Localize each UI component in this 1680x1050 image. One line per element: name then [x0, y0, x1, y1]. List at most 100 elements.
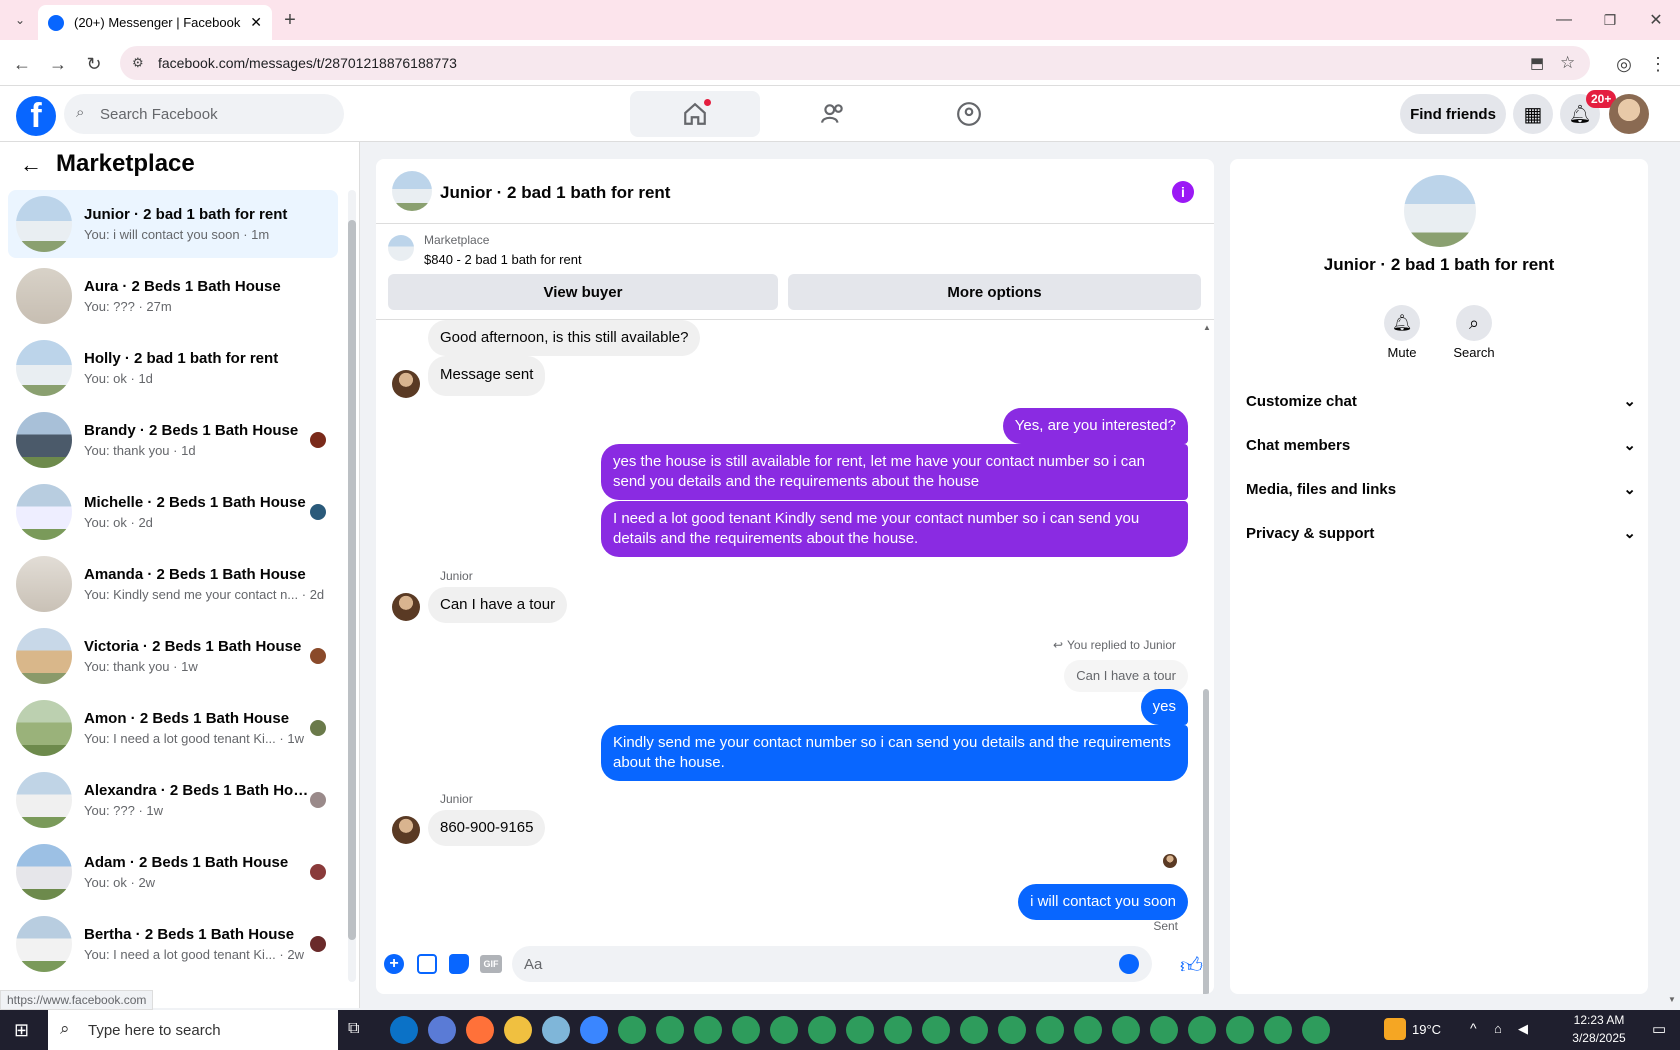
- tab-friends[interactable]: [768, 91, 898, 137]
- facebook-search-input[interactable]: ⌕ Search Facebook: [64, 94, 344, 134]
- taskbar-app-icon[interactable]: [580, 1016, 608, 1044]
- search-icon[interactable]: ⌕: [1456, 305, 1492, 341]
- bookmark-star-icon[interactable]: ☆: [1560, 53, 1575, 73]
- conversation-item[interactable]: Alexandra · 2 Beds 1 Bath Hou... You: ???…: [8, 766, 338, 834]
- taskbar-app-icon[interactable]: [884, 1016, 912, 1044]
- facebook-logo-icon[interactable]: f: [16, 96, 56, 136]
- account-avatar[interactable]: [1609, 94, 1649, 134]
- gif-icon[interactable]: GIF: [480, 955, 502, 973]
- message-outgoing[interactable]: Kindly send me your contact number so i …: [601, 725, 1188, 781]
- reload-icon[interactable]: ↻: [82, 52, 106, 76]
- url-field[interactable]: ⚙ facebook.com/messages/t/28701218876188…: [120, 46, 1590, 80]
- conversation-item[interactable]: Bertha · 2 Beds 1 Bath House You: I need …: [8, 910, 338, 978]
- menu-grid-icon[interactable]: ▦: [1513, 94, 1553, 134]
- media-files-links-section[interactable]: Media, files and links ⌄: [1246, 469, 1636, 509]
- sticker-icon[interactable]: [449, 954, 469, 974]
- taskbar-app-icon[interactable]: [846, 1016, 874, 1044]
- emoji-icon[interactable]: [1119, 954, 1139, 974]
- photo-icon[interactable]: [417, 954, 437, 974]
- sender-avatar[interactable]: [392, 370, 420, 398]
- restore-icon[interactable]: ❐: [1598, 8, 1622, 32]
- taskbar-app-icon[interactable]: [770, 1016, 798, 1044]
- scrollbar-thumb[interactable]: [1203, 689, 1209, 994]
- taskbar-app-icon[interactable]: [504, 1016, 532, 1044]
- message-outgoing[interactable]: Yes, are you interested?: [1002, 408, 1188, 444]
- forward-icon[interactable]: →: [46, 52, 70, 76]
- more-options-button[interactable]: More options: [788, 274, 1201, 310]
- taskbar-app-icon[interactable]: [1036, 1016, 1064, 1044]
- install-app-icon[interactable]: ⬒: [1530, 54, 1544, 72]
- sender-avatar[interactable]: [392, 816, 420, 844]
- new-tab-icon[interactable]: +: [278, 8, 302, 32]
- find-friends-button[interactable]: Find friends: [1400, 94, 1506, 134]
- scroll-up-icon[interactable]: ▲: [1203, 323, 1211, 332]
- listing-avatar[interactable]: [1404, 175, 1476, 247]
- conversation-item[interactable]: Victoria · 2 Beds 1 Bath House You: thank…: [8, 622, 338, 690]
- message-outgoing[interactable]: yes: [1140, 689, 1188, 725]
- clock-time[interactable]: 12:23 AM: [1554, 1013, 1644, 1027]
- clock-date[interactable]: 3/28/2025: [1554, 1031, 1644, 1045]
- chat-members-section[interactable]: Chat members ⌄: [1246, 425, 1636, 465]
- taskbar-app-icon[interactable]: [808, 1016, 836, 1044]
- conversation-item[interactable]: Holly · 2 bad 1 bath for rent You: ok · 1…: [8, 334, 338, 402]
- taskbar-app-icon[interactable]: [1302, 1016, 1330, 1044]
- task-view-icon[interactable]: ⧉: [348, 1020, 359, 1038]
- taskbar-app-icon[interactable]: [1150, 1016, 1178, 1044]
- tab-list-icon[interactable]: ⌄: [8, 8, 32, 32]
- message-incoming[interactable]: Good afternoon, is this still available?: [428, 320, 701, 356]
- info-icon[interactable]: i: [1172, 181, 1194, 203]
- conversation-scrollbar[interactable]: [348, 190, 356, 982]
- message-outgoing[interactable]: I need a lot good tenant Kindly send me …: [601, 501, 1188, 557]
- tab-home[interactable]: [630, 91, 760, 137]
- back-icon[interactable]: ←: [10, 52, 34, 76]
- message-incoming[interactable]: Can I have a tour: [428, 587, 568, 623]
- taskbar-app-icon[interactable]: [466, 1016, 494, 1044]
- scrollbar-thumb[interactable]: [348, 220, 356, 940]
- message-outgoing[interactable]: yes the house is still available for ren…: [601, 444, 1188, 500]
- close-tab-icon[interactable]: ✕: [250, 14, 262, 31]
- weather-icon[interactable]: [1384, 1018, 1406, 1040]
- taskbar-app-icon[interactable]: [732, 1016, 760, 1044]
- conversation-item[interactable]: Amon · 2 Beds 1 Bath House You: I need a …: [8, 694, 338, 762]
- taskbar-search-input[interactable]: ⌕ Type here to search: [48, 1010, 338, 1050]
- taskbar-app-icon[interactable]: [542, 1016, 570, 1044]
- site-info-icon[interactable]: ⚙: [132, 55, 144, 71]
- privacy-support-section[interactable]: Privacy & support ⌄: [1246, 513, 1636, 553]
- tab-groups[interactable]: [904, 91, 1034, 137]
- page-scroll-down-icon[interactable]: ▼: [1668, 995, 1676, 1004]
- conversation-item[interactable]: Adam · 2 Beds 1 Bath House You: ok · 2w: [8, 838, 338, 906]
- conversation-item[interactable]: Brandy · 2 Beds 1 Bath House You: thank y…: [8, 406, 338, 474]
- taskbar-app-icon[interactable]: [390, 1016, 418, 1044]
- mute-bell-icon[interactable]: 🔔︎: [1384, 305, 1420, 341]
- taskbar-app-icon[interactable]: [1112, 1016, 1140, 1044]
- conversation-item[interactable]: Junior · 2 bad 1 bath for rent You: i wil…: [8, 190, 338, 258]
- taskbar-app-icon[interactable]: [428, 1016, 456, 1044]
- taskbar-app-icon[interactable]: [960, 1016, 988, 1044]
- taskbar-app-icon[interactable]: [1074, 1016, 1102, 1044]
- taskbar-app-icon[interactable]: [1226, 1016, 1254, 1044]
- tray-chevron-icon[interactable]: ^: [1470, 1020, 1477, 1036]
- temperature[interactable]: 19°C: [1412, 1022, 1441, 1037]
- browser-tab[interactable]: (20+) Messenger | Facebook ✕: [38, 5, 272, 40]
- chat-thumbnail[interactable]: [392, 171, 432, 211]
- reply-quote[interactable]: Can I have a tour: [1064, 660, 1188, 692]
- add-icon[interactable]: +: [384, 954, 404, 974]
- minimize-icon[interactable]: —: [1552, 8, 1576, 32]
- taskbar-app-icon[interactable]: [656, 1016, 684, 1044]
- message-incoming[interactable]: Message sent: [428, 356, 546, 396]
- back-arrow-icon[interactable]: ←: [20, 152, 42, 178]
- browser-menu-icon[interactable]: ⋮: [1646, 52, 1670, 76]
- taskbar-app-icon[interactable]: [1264, 1016, 1292, 1044]
- notification-center-icon[interactable]: ▭: [1652, 1020, 1666, 1038]
- message-incoming[interactable]: 860-900-9165: [428, 810, 546, 846]
- sender-avatar[interactable]: [392, 593, 420, 621]
- customize-chat-section[interactable]: Customize chat ⌄: [1246, 381, 1636, 421]
- taskbar-app-icon[interactable]: [694, 1016, 722, 1044]
- conversation-item[interactable]: Amanda · 2 Beds 1 Bath House You: Kindly …: [8, 550, 338, 618]
- conversation-item[interactable]: Aura · 2 Beds 1 Bath House You: ??? · 27m: [8, 262, 338, 330]
- conversation-item[interactable]: Michelle · 2 Beds 1 Bath House You: ok · …: [8, 478, 338, 546]
- listing-title[interactable]: $840 - 2 bad 1 bath for rent: [424, 252, 582, 267]
- taskbar-app-icon[interactable]: [998, 1016, 1026, 1044]
- thumbs-up-icon[interactable]: 👍︎: [1180, 952, 1203, 979]
- taskbar-app-icon[interactable]: [618, 1016, 646, 1044]
